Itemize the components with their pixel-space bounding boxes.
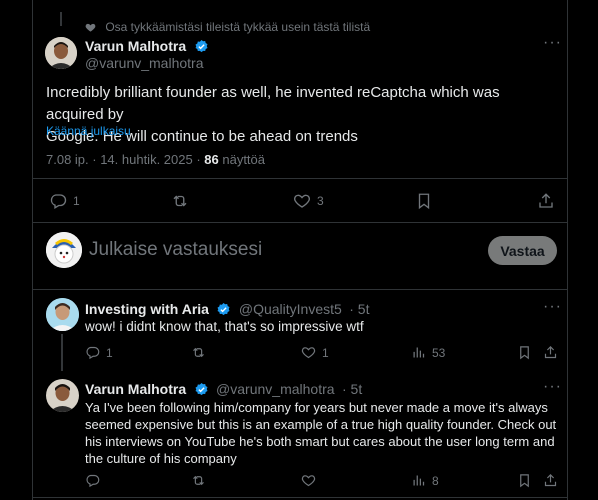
divider bbox=[33, 497, 567, 498]
bookmark-button[interactable] bbox=[517, 345, 532, 360]
heart-icon bbox=[85, 22, 96, 36]
post-text: Incredibly brilliant founder as well, he… bbox=[46, 82, 561, 148]
like-count: 3 bbox=[317, 194, 324, 208]
author-name[interactable]: Varun Malhotra bbox=[85, 38, 186, 54]
views-label: näyttöä bbox=[218, 152, 266, 167]
reply-author-handle[interactable]: @QualityInvest5 bbox=[239, 301, 342, 317]
reply-icon bbox=[85, 345, 100, 360]
heart-icon bbox=[301, 345, 316, 360]
reply-text: wow! i didnt know that, that's so impres… bbox=[85, 319, 364, 334]
repost-icon bbox=[191, 473, 206, 488]
divider bbox=[33, 289, 567, 290]
divider bbox=[33, 222, 567, 223]
post-text-line-1: Incredibly brilliant founder as well, he… bbox=[46, 84, 500, 123]
share-button[interactable] bbox=[537, 192, 555, 210]
social-context-text: Osa tykkäämistäsi tileistä tykkää usein … bbox=[105, 20, 371, 34]
reply-time[interactable]: · 5t bbox=[349, 301, 369, 317]
bookmark-icon bbox=[415, 192, 433, 210]
like-button[interactable]: 3 bbox=[293, 192, 324, 210]
views-button[interactable]: 8 bbox=[411, 473, 439, 488]
repost-icon bbox=[171, 192, 189, 210]
avatar[interactable] bbox=[46, 379, 79, 412]
reply-text-line: Ya I've been following him/company for y… bbox=[85, 400, 548, 415]
social-context: Osa tykkäämistäsi tileistä tykkää usein … bbox=[85, 20, 370, 36]
more-options-icon[interactable]: ··· bbox=[543, 378, 562, 396]
reply-icon bbox=[49, 192, 67, 210]
views-count: 8 bbox=[432, 473, 439, 488]
analytics-icon bbox=[411, 345, 426, 360]
more-options-icon[interactable]: ··· bbox=[543, 298, 562, 316]
share-button[interactable] bbox=[543, 345, 558, 360]
thread-connector bbox=[61, 334, 63, 371]
heart-icon bbox=[301, 473, 316, 488]
reply-button[interactable]: 1 bbox=[85, 345, 113, 360]
views-count: 53 bbox=[432, 345, 446, 360]
timestamp[interactable]: 7.08 ip. · 14. huhtik. 2025 · bbox=[46, 152, 204, 167]
heart-icon bbox=[293, 192, 311, 210]
reply-author-handle[interactable]: @varunv_malhotra bbox=[216, 381, 335, 397]
reply-button[interactable] bbox=[85, 473, 100, 488]
repost-button[interactable] bbox=[171, 192, 189, 210]
bookmark-icon bbox=[517, 345, 532, 360]
reply-author-name[interactable]: Investing with Aria bbox=[85, 301, 209, 317]
timeline-column: Osa tykkäämistäsi tileistä tykkää usein … bbox=[32, 0, 568, 500]
reply-text: Ya I've been following him/company for y… bbox=[85, 399, 563, 467]
divider bbox=[33, 178, 567, 179]
bookmark-icon bbox=[517, 473, 532, 488]
my-avatar[interactable] bbox=[46, 232, 82, 268]
translate-link[interactable]: Käännä julkaisu bbox=[46, 124, 131, 138]
reply-count: 1 bbox=[106, 345, 113, 360]
share-icon bbox=[543, 345, 558, 360]
repost-button[interactable] bbox=[191, 473, 206, 488]
thread-connector bbox=[60, 12, 62, 26]
reply-text-line: seemed expensive but this is an example … bbox=[85, 417, 557, 432]
like-button[interactable]: 1 bbox=[301, 345, 329, 360]
reply-count: 1 bbox=[73, 194, 80, 208]
like-count: 1 bbox=[322, 345, 329, 360]
post-meta: 7.08 ip. · 14. huhtik. 2025 · 86 näyttöä bbox=[46, 152, 265, 167]
reply-author-name[interactable]: Varun Malhotra bbox=[85, 381, 186, 397]
reply-time[interactable]: · 5t bbox=[342, 381, 362, 397]
reply-text-line: his interviews on YouTube he's both smar… bbox=[85, 434, 555, 449]
avatar[interactable] bbox=[46, 298, 79, 331]
views-button[interactable]: 53 bbox=[411, 345, 445, 360]
share-button[interactable] bbox=[543, 473, 558, 488]
avatar[interactable] bbox=[45, 37, 77, 69]
reply-icon bbox=[85, 473, 100, 488]
views-count: 86 bbox=[204, 152, 219, 167]
bookmark-button[interactable] bbox=[415, 192, 433, 210]
reply-input[interactable]: Julkaise vastauksesi bbox=[89, 239, 262, 261]
author-handle[interactable]: @varunv_malhotra bbox=[85, 55, 204, 71]
repost-button[interactable] bbox=[191, 345, 206, 360]
bookmark-button[interactable] bbox=[517, 473, 532, 488]
reply-text-line: the culture of his company bbox=[85, 451, 237, 466]
reply-submit-button[interactable]: Vastaa bbox=[488, 236, 557, 265]
more-options-icon[interactable]: ··· bbox=[543, 34, 562, 52]
reply-button[interactable]: 1 bbox=[49, 192, 80, 210]
share-icon bbox=[543, 473, 558, 488]
share-icon bbox=[537, 192, 555, 210]
analytics-icon bbox=[411, 473, 426, 488]
like-button[interactable] bbox=[301, 473, 316, 488]
repost-icon bbox=[191, 345, 206, 360]
